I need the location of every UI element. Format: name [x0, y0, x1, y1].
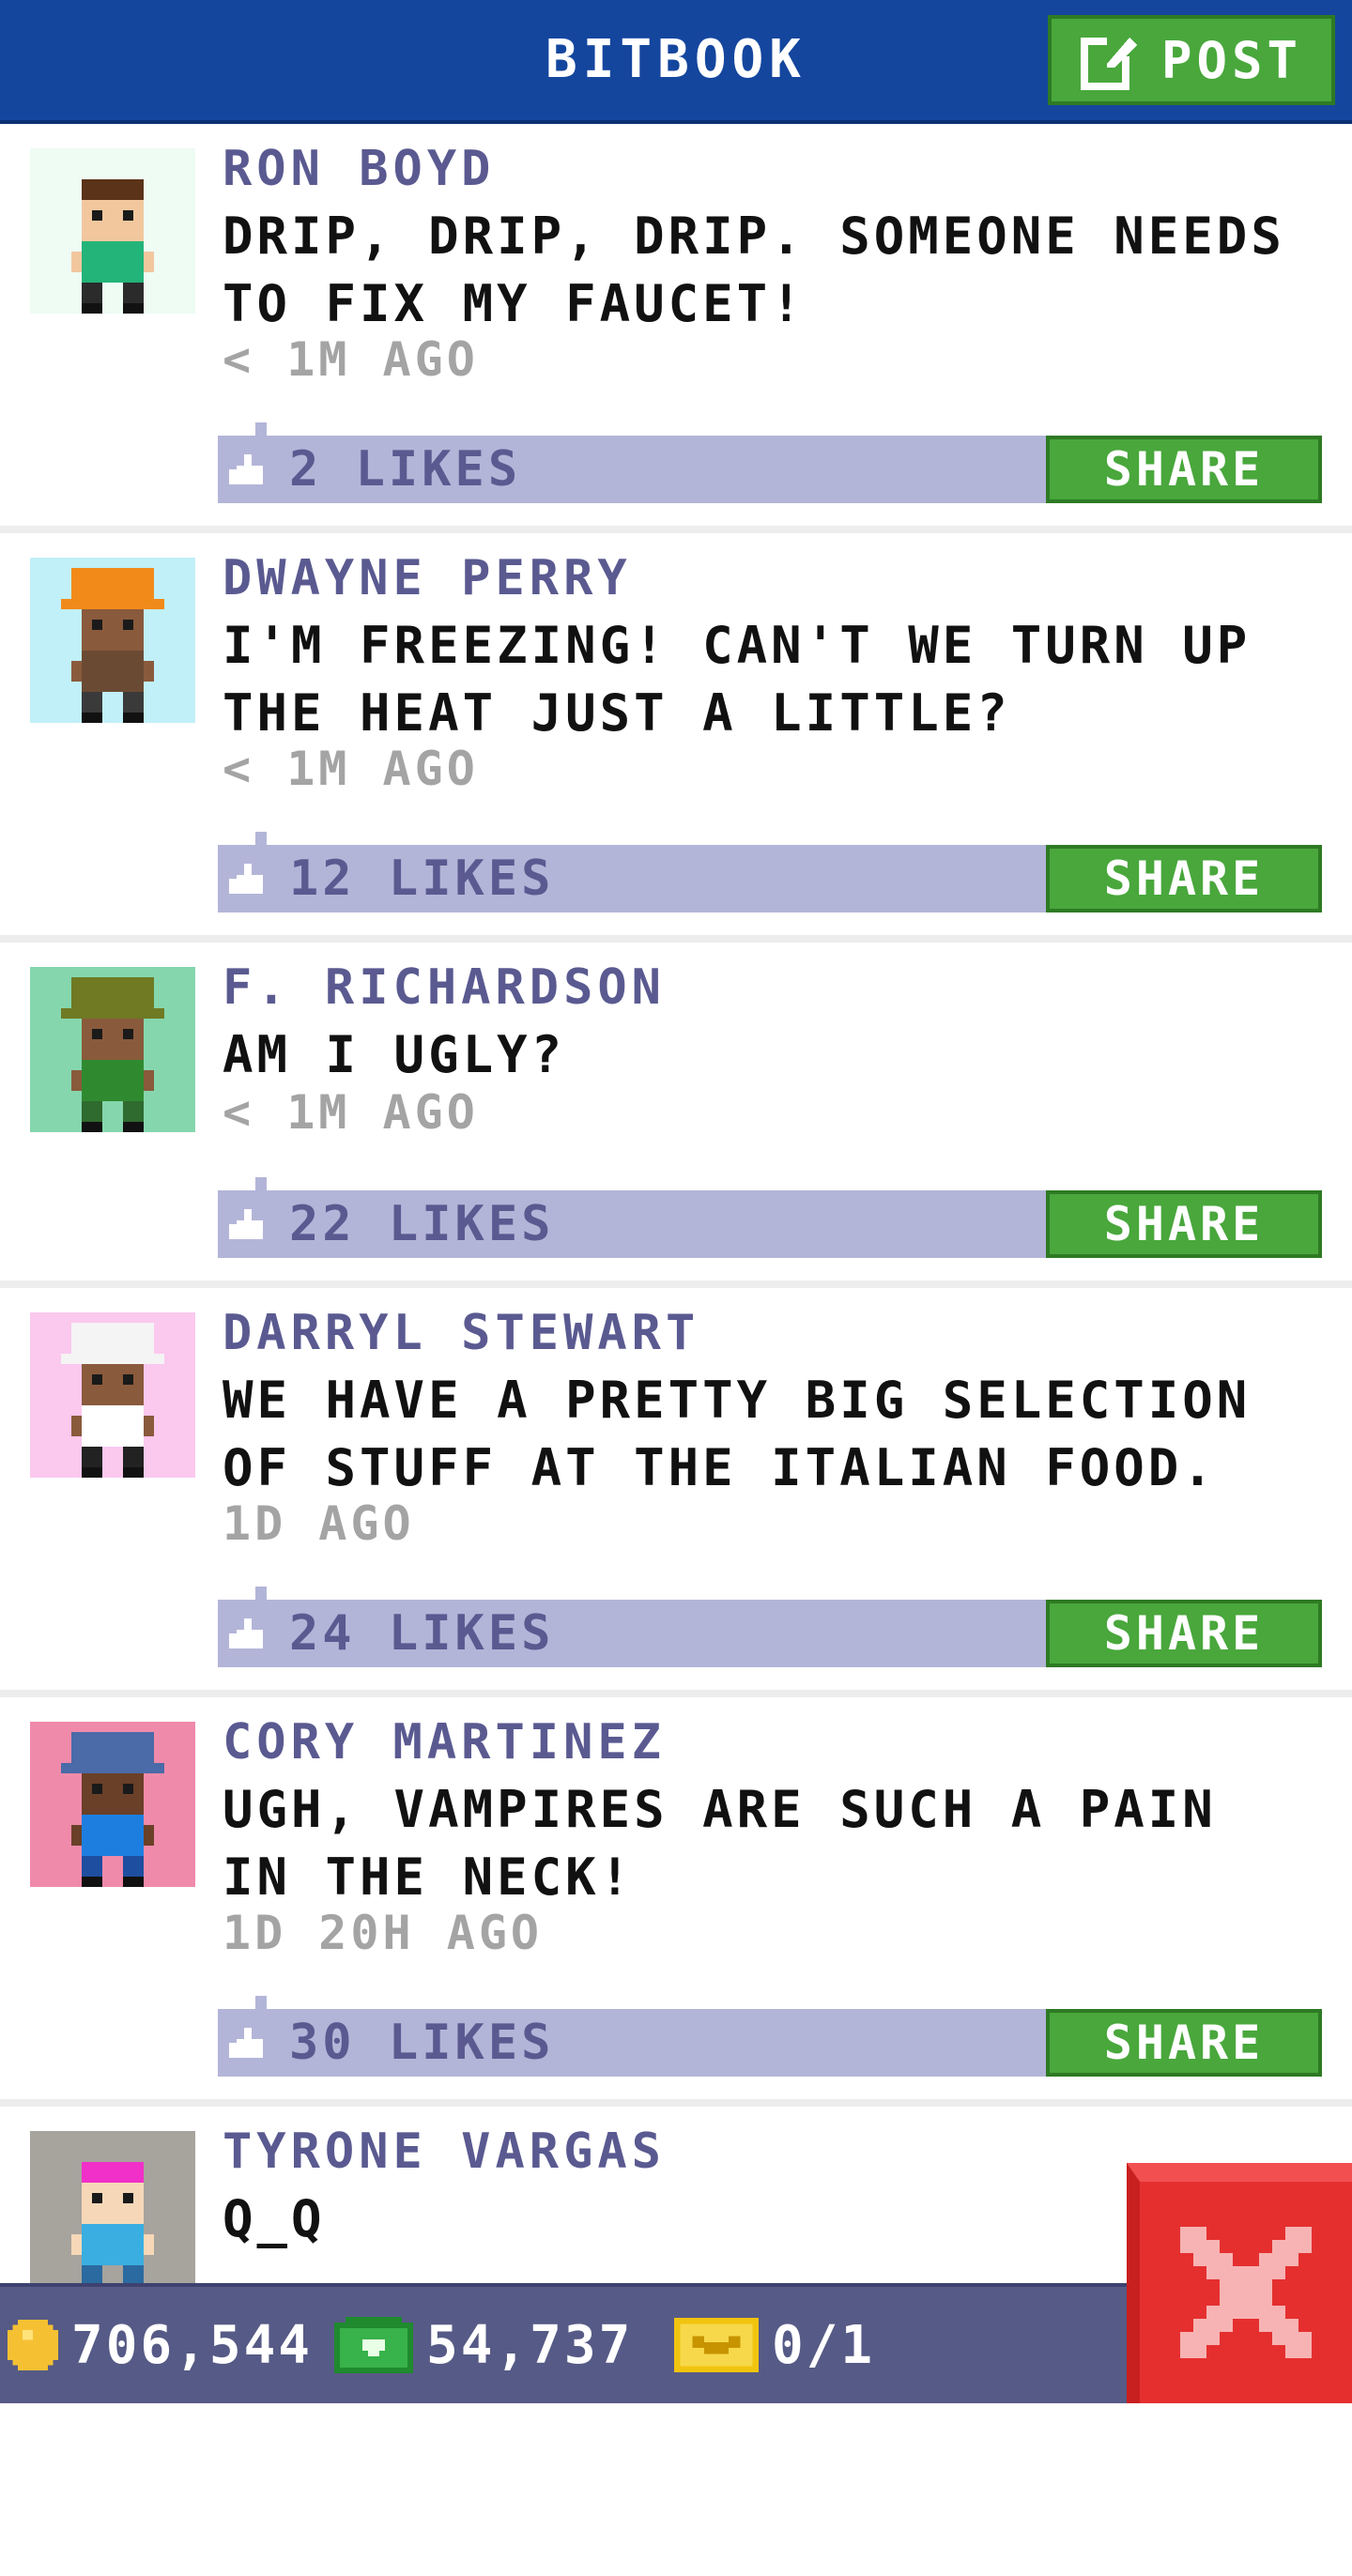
close-icon — [1180, 2227, 1312, 2358]
avatar — [30, 558, 195, 723]
ticket-balance[interactable]: 0/1 — [674, 2287, 875, 2403]
share-button[interactable]: SHARE — [1046, 1600, 1322, 1667]
feed-post: DWAYNE PERRY I'M FREEZING! CAN'T WE TURN… — [0, 533, 1352, 943]
feed-post: DARRYL STEWART WE HAVE A PRETTY BIG SELE… — [0, 1288, 1352, 1697]
post-button[interactable]: POST — [1048, 15, 1335, 105]
coin-balance[interactable]: 706,544 — [8, 2287, 313, 2403]
post-time: < 1M AGO — [223, 742, 479, 796]
likes-count: 2 LIKES — [289, 441, 522, 498]
post-time: < 1M AGO — [223, 332, 479, 387]
feed-post: F. RICHARDSON AM I UGLY? < 1M AGO 22 LIK… — [0, 943, 1352, 1288]
post-author[interactable]: DWAYNE PERRY — [223, 550, 632, 606]
likes-count: 30 LIKES — [289, 2015, 555, 2071]
thumb-up-icon[interactable] — [229, 860, 263, 897]
thumb-up-icon[interactable] — [229, 451, 263, 488]
like-bar: 24 LIKES SHARE — [218, 1587, 1322, 1667]
post-text: UGH, VAMPIRES ARE SUCH A PAIN IN THE NEC… — [223, 1780, 1217, 1907]
post-time: 1D 20H AGO — [223, 1906, 544, 1960]
avatar — [30, 1312, 195, 1478]
avatar-figure — [61, 1732, 164, 1887]
bux-amount: 54,737 — [426, 2314, 634, 2376]
post-author[interactable]: F. RICHARDSON — [223, 959, 666, 1016]
post-author[interactable]: TYRONE VARGAS — [223, 2124, 666, 2180]
feed-post: RON BOYD DRIP, DRIP, DRIP. SOMEONE NEEDS… — [0, 124, 1352, 533]
post-time: < 1M AGO — [223, 1085, 479, 1140]
avatar — [30, 1722, 195, 1887]
edit-icon — [1080, 34, 1137, 90]
avatar — [30, 2131, 195, 2296]
likes-count: 24 LIKES — [289, 1605, 555, 1662]
post-time: 1D AGO — [223, 1496, 415, 1551]
likes-count: 22 LIKES — [289, 1196, 555, 1252]
thumb-up-icon[interactable] — [229, 1615, 263, 1652]
avatar-figure — [71, 179, 154, 314]
bux-icon — [334, 2317, 413, 2373]
like-bar: 30 LIKES SHARE — [218, 1996, 1322, 2077]
like-bar: 22 LIKES SHARE — [218, 1177, 1322, 1258]
share-button[interactable]: SHARE — [1046, 436, 1322, 503]
coin-icon — [8, 2320, 58, 2370]
likes-count: 12 LIKES — [289, 851, 555, 907]
post-text: AM I UGLY? — [223, 1025, 566, 1084]
feed-post: CORY MARTINEZ UGH, VAMPIRES ARE SUCH A P… — [0, 1697, 1352, 2107]
app-header: BITBOOK POST — [0, 0, 1352, 124]
avatar-figure — [71, 2162, 154, 2296]
like-bar: 12 LIKES SHARE — [218, 832, 1322, 912]
avatar-figure — [61, 977, 164, 1132]
post-text: I'M FREEZING! CAN'T WE TURN UP THE HEAT … — [223, 616, 1252, 743]
avatar-figure — [61, 1323, 164, 1478]
thumb-up-icon[interactable] — [229, 1205, 263, 1243]
thumb-up-icon[interactable] — [229, 2024, 263, 2062]
ticket-amount: 0/1 — [772, 2314, 876, 2376]
avatar-figure — [61, 568, 164, 723]
post-button-label: POST — [1160, 30, 1303, 90]
post-text: DRIP, DRIP, DRIP. SOMEONE NEEDS TO FIX M… — [223, 207, 1285, 333]
share-button[interactable]: SHARE — [1046, 2009, 1322, 2077]
post-author[interactable]: RON BOYD — [223, 141, 495, 197]
avatar — [30, 967, 195, 1132]
avatar — [30, 148, 195, 314]
close-button[interactable] — [1127, 2163, 1352, 2403]
post-author[interactable]: DARRYL STEWART — [223, 1305, 699, 1361]
post-text: WE HAVE A PRETTY BIG SELECTION OF STUFF … — [223, 1371, 1252, 1497]
post-author[interactable]: CORY MARTINEZ — [223, 1714, 666, 1771]
share-button[interactable]: SHARE — [1046, 1190, 1322, 1258]
like-bar: 2 LIKES SHARE — [218, 422, 1322, 503]
bux-balance[interactable]: 54,737 — [334, 2287, 633, 2403]
coin-amount: 706,544 — [71, 2314, 314, 2376]
ticket-icon — [674, 2318, 759, 2372]
share-button[interactable]: SHARE — [1046, 845, 1322, 912]
